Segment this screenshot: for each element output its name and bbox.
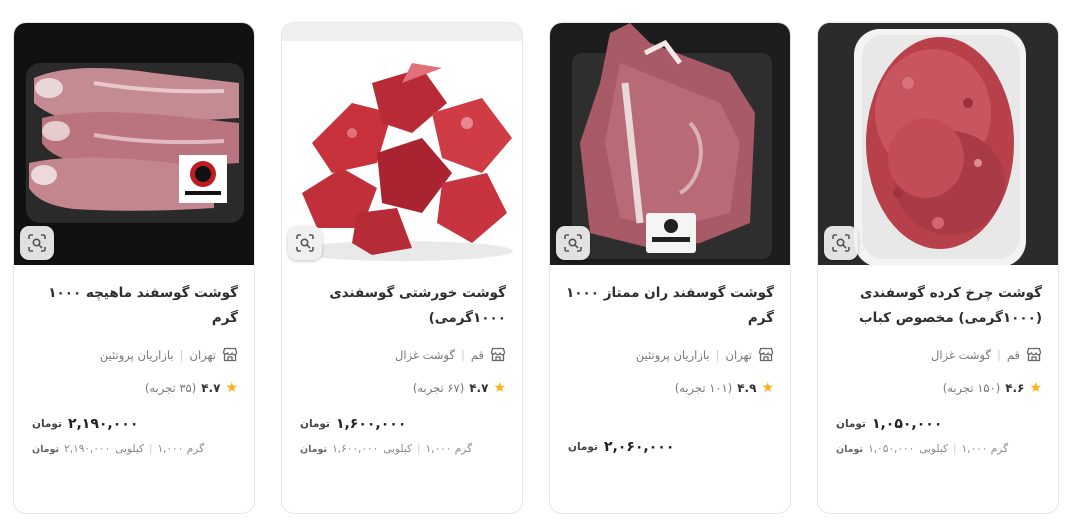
image-search-button[interactable]: [20, 226, 54, 260]
unit-label: کیلویی: [115, 443, 144, 455]
vendor-info: قم | گوشت غزال: [395, 347, 506, 362]
star-icon: ★: [493, 380, 506, 396]
review-count: (۱۰۱ تجربه): [674, 381, 733, 395]
divider: |: [715, 347, 720, 362]
unit-price-value: ۲,۱۹۰,۰۰۰: [64, 443, 111, 455]
image-search-button[interactable]: [824, 226, 858, 260]
review-count: (۶۷ تجربه): [412, 381, 465, 395]
currency-label: تومان: [32, 418, 62, 430]
price-value: ۱,۶۰۰,۰۰۰: [335, 416, 407, 432]
divider: |: [179, 347, 184, 362]
image-search-button[interactable]: [556, 226, 590, 260]
shop-icon: [222, 347, 238, 362]
review-count: (۱۵۰ تجربه): [942, 381, 1001, 395]
rating-score: ۴.۷: [201, 381, 221, 395]
weight: ۱,۰۰۰ گرم: [157, 443, 205, 455]
product-image[interactable]: [818, 23, 1058, 265]
currency-label: تومان: [836, 418, 866, 430]
lens-icon: [832, 234, 850, 252]
divider: |: [460, 347, 465, 362]
shop-icon: [1026, 347, 1042, 362]
rating: ★ ۴.۹ (۱۰۱ تجربه): [675, 381, 774, 395]
rating-score: ۴.۷: [469, 381, 489, 395]
currency-label: تومان: [836, 443, 864, 455]
vendor-info: قم | گوشت غزال: [931, 347, 1042, 362]
product-image[interactable]: [282, 23, 522, 265]
unit-price: تومان ۱,۰۵۰,۰۰۰ کیلویی | ۱,۰۰۰ گرم: [836, 443, 1008, 455]
weight: ۱,۰۰۰ گرم: [961, 443, 1009, 455]
divider: |: [149, 443, 153, 455]
vendor-city: قم: [1006, 347, 1020, 362]
unit-price: تومان ۱,۶۰۰,۰۰۰ کیلویی | ۱,۰۰۰ گرم: [300, 443, 472, 455]
image-search-button[interactable]: [288, 226, 322, 260]
star-icon: ★: [761, 380, 774, 396]
product-title[interactable]: گوشت چرخ کرده گوسفندی (۱۰۰۰گرمی) مخصوص ک…: [834, 281, 1042, 331]
currency-label: تومان: [568, 441, 598, 453]
price: تومان ۱,۰۵۰,۰۰۰: [836, 416, 942, 432]
rating: ★ ۴.۷ (۳۵ تجربه): [145, 381, 238, 395]
price-value: ۲,۱۹۰,۰۰۰: [67, 416, 139, 432]
price: تومان ۲,۰۶۰,۰۰۰: [568, 439, 674, 455]
vendor-name[interactable]: بازاریان پروتئین: [636, 348, 710, 362]
currency-label: تومان: [300, 418, 330, 430]
vendor-city: تهران: [189, 347, 217, 362]
vendor-info: تهران | بازاریان پروتئین: [636, 347, 774, 362]
lens-icon: [296, 234, 314, 252]
unit-label: کیلویی: [919, 443, 948, 455]
lens-icon: [564, 234, 582, 252]
product-image[interactable]: [14, 23, 254, 265]
shop-icon: [758, 347, 774, 362]
weight: ۱,۰۰۰ گرم: [425, 443, 473, 455]
vendor-city: تهران: [725, 347, 753, 362]
divider: |: [953, 443, 957, 455]
vendor-name[interactable]: گوشت غزال: [395, 348, 455, 362]
rating: ★ ۴.۶ (۱۵۰ تجربه): [943, 381, 1042, 395]
currency-label: تومان: [300, 443, 328, 455]
divider: |: [996, 347, 1001, 362]
vendor-name[interactable]: گوشت غزال: [931, 348, 991, 362]
product-card[interactable]: گوشت خورشتی گوسفندی ۱۰۰۰گرمی) قم | گوشت …: [281, 22, 523, 514]
rating-score: ۴.۶: [1005, 381, 1025, 395]
product-card[interactable]: گوشت گوسفند ماهیچه ۱۰۰۰ گرم تهران | بازا…: [13, 22, 255, 514]
price: تومان ۲,۱۹۰,۰۰۰: [32, 416, 138, 432]
vendor-info: تهران | بازاریان پروتئین: [100, 347, 238, 362]
product-title[interactable]: گوشت گوسفند ماهیچه ۱۰۰۰ گرم: [30, 281, 238, 331]
unit-price-value: ۱,۶۰۰,۰۰۰: [332, 443, 379, 455]
unit-label: کیلویی: [383, 443, 412, 455]
review-count: (۳۵ تجربه): [144, 381, 197, 395]
price-value: ۲,۰۶۰,۰۰۰: [603, 439, 675, 455]
unit-price: تومان ۲,۱۹۰,۰۰۰ کیلویی | ۱,۰۰۰ گرم: [32, 443, 204, 455]
shop-icon: [490, 347, 506, 362]
product-title[interactable]: گوشت خورشتی گوسفندی ۱۰۰۰گرمی): [298, 281, 506, 331]
rating-score: ۴.۹: [737, 381, 757, 395]
vendor-city: قم: [470, 347, 484, 362]
lens-icon: [28, 234, 46, 252]
currency-label: تومان: [32, 443, 60, 455]
unit-price-value: ۱,۰۵۰,۰۰۰: [868, 443, 915, 455]
star-icon: ★: [1029, 380, 1042, 396]
rating: ★ ۴.۷ (۶۷ تجربه): [413, 381, 506, 395]
vendor-name[interactable]: بازاریان پروتئین: [100, 348, 174, 362]
price-value: ۱,۰۵۰,۰۰۰: [871, 416, 943, 432]
price: تومان ۱,۶۰۰,۰۰۰: [300, 416, 406, 432]
product-grid: گوشت چرخ کرده گوسفندی (۱۰۰۰گرمی) مخصوص ک…: [11, 22, 1059, 516]
product-card[interactable]: گوشت گوسفند ران ممتاز ۱۰۰۰ گرم تهران | ب…: [549, 22, 791, 514]
star-icon: ★: [225, 380, 238, 396]
divider: |: [417, 443, 421, 455]
product-image[interactable]: [550, 23, 790, 265]
product-title[interactable]: گوشت گوسفند ران ممتاز ۱۰۰۰ گرم: [566, 281, 774, 331]
product-card[interactable]: گوشت چرخ کرده گوسفندی (۱۰۰۰گرمی) مخصوص ک…: [817, 22, 1059, 514]
